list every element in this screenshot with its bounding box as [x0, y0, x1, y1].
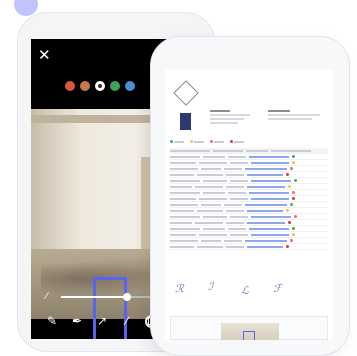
color-swatch[interactable] [65, 81, 75, 91]
logo-icon [173, 80, 199, 106]
status-dot [292, 191, 295, 194]
signature-icon: ℛ [175, 282, 184, 295]
status-dot [292, 197, 295, 200]
status-dot [292, 227, 295, 230]
report-info-left [210, 110, 258, 126]
table-row [170, 244, 328, 250]
report-info-right [268, 110, 326, 122]
signature-icon: ℒ [241, 284, 249, 297]
color-palette [65, 81, 135, 91]
status-dot [292, 233, 295, 236]
close-icon[interactable]: ✕ [38, 48, 51, 63]
status-dot [286, 173, 289, 176]
signature-icon: ℱ [273, 282, 282, 295]
status-dot [288, 221, 291, 224]
signature-icon: ℐ [208, 280, 214, 293]
line-icon[interactable]: ∕ [120, 314, 134, 328]
pen-icon[interactable]: ✎ [45, 314, 59, 328]
status-legend [170, 140, 244, 143]
report-preview: ℛ ℐ ℒ ℱ [165, 70, 333, 340]
slider-handle[interactable] [123, 293, 131, 301]
status-dot [294, 179, 297, 182]
status-dot [292, 155, 295, 158]
color-swatch[interactable] [80, 81, 90, 91]
status-dot [288, 185, 291, 188]
signatures-section: ℛ ℐ ℒ ℱ [173, 278, 323, 304]
photo-section [170, 316, 328, 340]
legend-item [230, 140, 244, 143]
drawing-toolbar: ✎ ✒ ↗ ∕ [45, 314, 158, 328]
status-dot [286, 209, 289, 212]
legend-item [190, 140, 204, 143]
photo-thumbnail [221, 323, 279, 340]
color-swatch[interactable] [110, 81, 120, 91]
annotation-rectangle[interactable] [93, 277, 127, 339]
color-swatch[interactable] [125, 81, 135, 91]
status-dot [294, 215, 297, 218]
legend-item [170, 140, 184, 143]
color-swatch[interactable] [95, 81, 105, 91]
status-dot [286, 245, 289, 248]
pen-size-icon: ∕ [46, 291, 48, 302]
status-dot [292, 161, 295, 164]
arrow-icon[interactable]: ↗ [95, 314, 109, 328]
status-dot [290, 167, 293, 170]
highlighter-icon[interactable]: ✒ [70, 314, 84, 328]
slider-fill [61, 296, 127, 298]
status-dot [290, 239, 293, 242]
annotation-rectangle [243, 331, 255, 340]
project-thumbnail [180, 113, 191, 130]
issues-table [170, 148, 328, 250]
legend-item [210, 140, 224, 143]
status-dot [290, 203, 293, 206]
